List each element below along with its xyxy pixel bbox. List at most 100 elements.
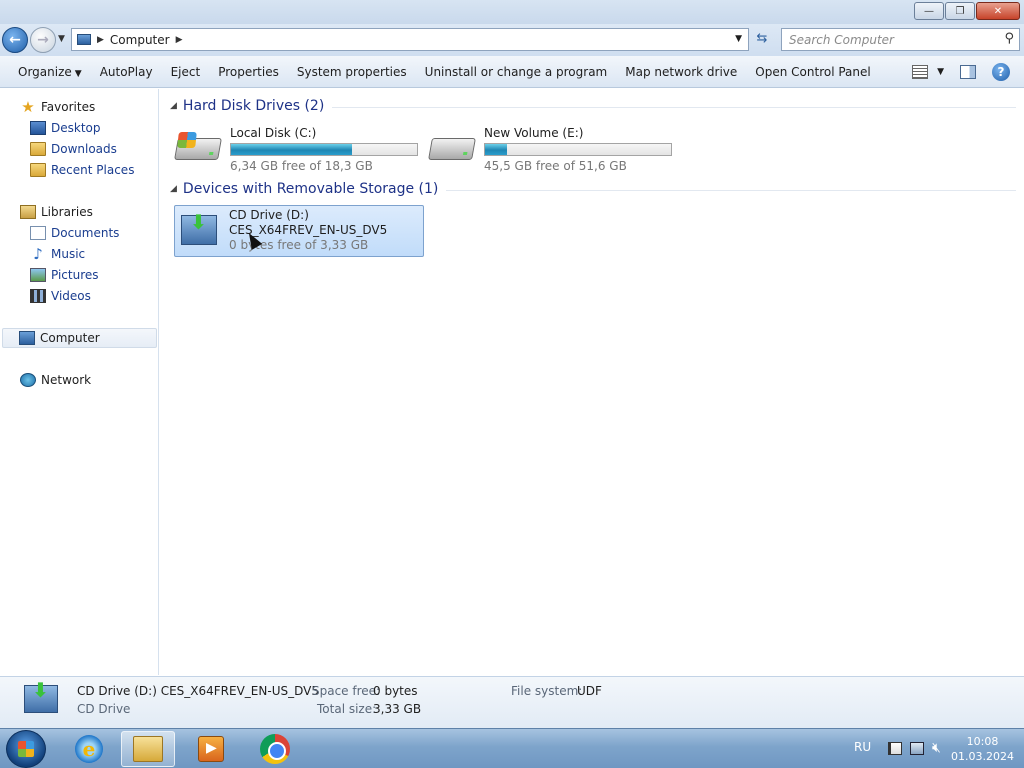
content-area: ◢ Hard Disk Drives (2) Local Disk (C:) 6… [160, 89, 1024, 675]
address-dropdown-icon[interactable]: ▼ [735, 34, 742, 44]
address-bar[interactable]: ▶ Computer ▶ ▼ [71, 28, 749, 51]
taskbar-windows-explorer[interactable] [121, 731, 175, 767]
nav-desktop[interactable]: Desktop [30, 118, 101, 138]
nav-videos-label: Videos [51, 289, 91, 303]
breadcrumb-separator-icon[interactable]: ▶ [97, 35, 104, 45]
action-center-flag-icon[interactable] [888, 742, 902, 755]
nav-computer[interactable]: Computer [2, 328, 157, 348]
nav-downloads-label: Downloads [51, 142, 117, 156]
nav-documents-label: Documents [51, 226, 120, 240]
volume-muted-icon[interactable]: 🔇︎ [932, 741, 946, 755]
autoplay-button[interactable]: AutoPlay [91, 65, 162, 79]
nav-libraries-label: Libraries [41, 205, 93, 219]
nav-network[interactable]: Network [20, 370, 91, 390]
clock[interactable]: 10:08 01.03.2024 [951, 734, 1014, 764]
drive-tile-e[interactable]: New Volume (E:) 45,5 GB free of 51,6 GB [428, 122, 678, 174]
taskbar-chrome[interactable] [248, 731, 302, 767]
space-free-value: 0 bytes [373, 684, 418, 698]
documents-icon [30, 226, 46, 240]
properties-button[interactable]: Properties [209, 65, 288, 79]
computer-icon [19, 331, 35, 345]
nav-music[interactable]: ♪ Music [30, 244, 85, 264]
nav-downloads[interactable]: Downloads [30, 139, 117, 159]
nav-pictures[interactable]: Pictures [30, 265, 99, 285]
collapse-triangle-icon[interactable]: ◢ [170, 184, 177, 194]
change-view-button[interactable]: ▼ [912, 65, 944, 79]
collapse-triangle-icon[interactable]: ◢ [170, 101, 177, 111]
group-title-hdd: Hard Disk Drives (2) [182, 98, 325, 114]
system-properties-button[interactable]: System properties [288, 65, 416, 79]
nav-pictures-label: Pictures [51, 268, 99, 282]
close-button[interactable]: ✕ [976, 2, 1020, 20]
windows-explorer-icon [133, 736, 163, 762]
taskbar-internet-explorer[interactable]: e [62, 731, 116, 767]
minimize-button[interactable]: — [914, 2, 944, 20]
help-icon[interactable]: ? [992, 63, 1010, 81]
system-tray: RU 🔇︎ 10:08 01.03.2024 [824, 729, 1024, 768]
refresh-icon[interactable]: ⇆ [752, 31, 772, 49]
organize-label: Organize [18, 64, 72, 79]
window-controls: — ❐ ✕ [914, 2, 1020, 20]
nav-libraries[interactable]: Libraries [20, 202, 93, 222]
total-size-label: Total size: [317, 702, 377, 716]
computer-icon [77, 34, 91, 45]
breadcrumb-chevron-icon[interactable]: ▶ [176, 35, 183, 45]
preview-pane-icon[interactable] [960, 65, 976, 79]
drive-tile-d[interactable]: CD Drive (D:) CES_X64FREV_EN-US_DV5 0 by… [174, 205, 424, 257]
restore-button[interactable]: ❐ [945, 2, 975, 20]
media-player-icon [198, 736, 224, 762]
drive-c-info: Local Disk (C:) 6,34 GB free of 18,3 GB [230, 122, 418, 174]
nav-videos[interactable]: Videos [30, 286, 91, 306]
hard-drive-windows-icon [174, 132, 222, 164]
desktop-icon [30, 121, 46, 135]
open-control-panel-button[interactable]: Open Control Panel [746, 65, 879, 79]
drive-e-name: New Volume (E:) [484, 126, 584, 140]
hdd-body-icon [428, 138, 476, 160]
group-divider [332, 106, 1016, 108]
drive-tile-c[interactable]: Local Disk (C:) 6,34 GB free of 18,3 GB [174, 122, 424, 174]
taskbar-media-player[interactable] [184, 731, 238, 767]
back-button[interactable]: ← [2, 27, 28, 53]
nav-recent-places-label: Recent Places [51, 163, 135, 177]
search-icon[interactable]: ⚲ [1004, 31, 1014, 46]
total-size-value: 3,33 GB [373, 702, 422, 716]
search-box[interactable]: ⚲ [781, 28, 1020, 51]
search-input[interactable] [789, 32, 999, 47]
command-bar: Organize ▼ AutoPlay Eject Properties Syst… [0, 56, 1024, 88]
file-system-value: UDF [577, 684, 602, 698]
clock-time: 10:08 [966, 735, 999, 748]
drive-c-usage-bar [230, 143, 418, 156]
drive-e-usage-fill [485, 144, 508, 155]
windows-logo-icon [177, 132, 197, 148]
navigation-pane: ★ Favorites Desktop Downloads Recent Plac… [0, 89, 159, 675]
breadcrumb-computer[interactable]: Computer [110, 33, 170, 47]
nav-desktop-label: Desktop [51, 121, 101, 135]
organize-button[interactable]: Organize ▼ [0, 65, 91, 79]
recent-pages-dropdown[interactable]: ▼ [58, 34, 65, 44]
address-row: ← → ▼ ▶ Computer ▶ ▼ ⇆ ⚲ [0, 24, 1024, 56]
uninstall-program-button[interactable]: Uninstall or change a program [416, 65, 617, 79]
downloads-folder-icon [30, 142, 46, 156]
nav-network-label: Network [41, 373, 92, 387]
forward-button[interactable]: → [30, 27, 56, 53]
drive-e-usage-bar [484, 143, 672, 156]
network-icon [20, 373, 36, 387]
nav-recent-places[interactable]: Recent Places [30, 160, 134, 180]
view-options-icon [912, 65, 929, 79]
language-indicator[interactable]: RU [854, 740, 871, 754]
cd-autoplay-icon [181, 210, 217, 245]
drive-d-name: CD Drive (D:) [229, 208, 309, 222]
drive-e-free-space: 45,5 GB free of 51,6 GB [484, 159, 627, 173]
network-tray-icon[interactable] [910, 742, 924, 755]
map-network-drive-button[interactable]: Map network drive [616, 65, 746, 79]
music-icon: ♪ [33, 245, 43, 263]
group-header-removable-storage[interactable]: ◢ Devices with Removable Storage (1) [170, 181, 1016, 197]
chevron-down-icon: ▼ [74, 68, 82, 79]
file-system-label: File system: [511, 684, 583, 698]
nav-documents[interactable]: Documents [30, 223, 119, 243]
eject-button[interactable]: Eject [162, 65, 210, 79]
nav-favorites[interactable]: ★ Favorites [20, 97, 95, 117]
start-button[interactable] [6, 730, 46, 768]
group-header-hard-disk-drives[interactable]: ◢ Hard Disk Drives (2) [170, 98, 1016, 114]
cd-drive-icon [175, 210, 221, 245]
